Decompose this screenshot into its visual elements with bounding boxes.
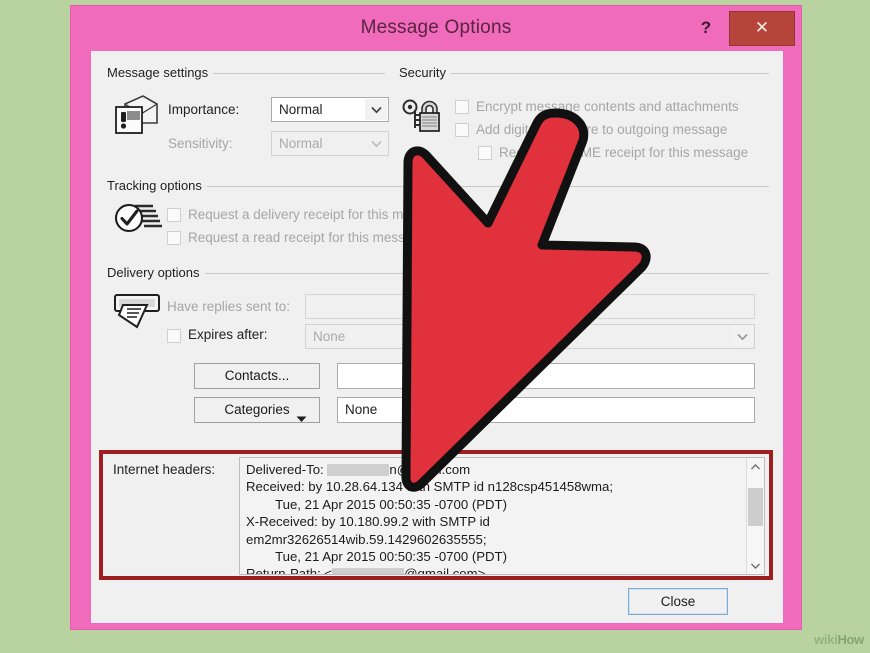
tracking-options-group: Tracking options Request a delivery rece… bbox=[105, 178, 769, 254]
header-line: X-Received: by 10.180.99.2 with SMTP id bbox=[246, 514, 490, 530]
message-options-window: Message Options ? ✕ Message settings Imp… bbox=[70, 5, 802, 630]
title-bar: Message Options ? ✕ bbox=[71, 6, 801, 51]
have-replies-sent-to-label: Have replies sent to: bbox=[167, 299, 291, 314]
digital-signature-checkbox[interactable] bbox=[455, 123, 469, 137]
mail-slot-hand-icon bbox=[113, 291, 167, 338]
header-line: Received: by 10.28.64.134 with SMTP id n… bbox=[246, 479, 614, 495]
dialog-client-area: Message settings Importance: Normal Sens… bbox=[91, 51, 783, 623]
header-line: Tue, 21 Apr 2015 00:50:35 -0700 (PDT) bbox=[246, 496, 507, 512]
tracking-options-legend: Tracking options bbox=[105, 178, 207, 193]
expires-after-combobox[interactable]: None bbox=[305, 324, 755, 349]
categories-button[interactable]: Categories bbox=[194, 397, 320, 423]
group-divider bbox=[105, 273, 769, 274]
read-receipt-label: Request a read receipt for this message bbox=[188, 230, 428, 245]
padlock-key-icon bbox=[401, 93, 445, 140]
importance-value: Normal bbox=[279, 102, 323, 117]
categories-field[interactable]: None bbox=[337, 397, 755, 423]
contacts-field[interactable] bbox=[337, 363, 755, 389]
expires-after-value: None bbox=[313, 329, 346, 344]
window-close-icon[interactable]: ✕ bbox=[729, 11, 795, 46]
chevron-down-icon[interactable] bbox=[731, 326, 753, 347]
expires-after-label: Expires after: bbox=[188, 327, 268, 342]
header-line: em2mr32626514wib.59.1429602635555; bbox=[246, 531, 487, 547]
importance-combobox[interactable]: Normal bbox=[271, 97, 389, 122]
scrollbar-thumb[interactable] bbox=[748, 488, 763, 526]
header-line: Delivered-To: n@gmail.com bbox=[246, 462, 471, 477]
header-line: Tue, 21 Apr 2015 00:50:35 -0700 (PDT) bbox=[246, 549, 507, 565]
read-receipt-checkbox[interactable] bbox=[167, 231, 181, 245]
smime-receipt-label: Request S/MIME receipt for this message bbox=[499, 145, 749, 160]
encrypt-message-checkbox[interactable] bbox=[455, 100, 469, 114]
group-divider bbox=[397, 73, 769, 74]
security-group: Security Encrypt message contents and at… bbox=[397, 65, 769, 161]
delivery-receipt-label: Request a delivery receipt for this mess… bbox=[188, 207, 447, 222]
security-legend: Security bbox=[397, 65, 451, 80]
redacted-text bbox=[332, 568, 405, 574]
sensitivity-combobox: Normal bbox=[271, 131, 389, 156]
expires-after-checkbox[interactable] bbox=[167, 329, 181, 343]
sensitivity-label: Sensitivity: bbox=[168, 136, 233, 151]
sensitivity-value: Normal bbox=[279, 136, 323, 151]
internet-headers-scrollbar[interactable] bbox=[746, 458, 764, 574]
delivery-receipt-checkbox[interactable] bbox=[167, 208, 181, 222]
watermark-part1: wiki bbox=[814, 632, 838, 647]
internet-headers-text: Delivered-To: n@gmail.com Received: by 10… bbox=[246, 461, 744, 574]
window-title: Message Options bbox=[360, 17, 512, 38]
message-settings-legend: Message settings bbox=[105, 65, 214, 80]
chevron-down-icon bbox=[365, 133, 387, 154]
importance-label: Importance: bbox=[168, 102, 240, 117]
chevron-down-icon[interactable] bbox=[365, 99, 387, 120]
watermark-part2: How bbox=[837, 632, 864, 647]
internet-headers-label: Internet headers: bbox=[113, 462, 216, 477]
delivery-options-legend: Delivery options bbox=[105, 265, 205, 280]
smime-receipt-checkbox[interactable] bbox=[478, 146, 492, 160]
help-button[interactable]: ? bbox=[695, 16, 717, 40]
checkmark-pages-icon bbox=[113, 202, 165, 243]
close-button[interactable]: Close bbox=[628, 588, 728, 615]
message-settings-group: Message settings Importance: Normal Sens… bbox=[105, 65, 389, 161]
chevron-down-icon bbox=[296, 407, 307, 431]
have-replies-sent-to-field bbox=[305, 294, 755, 319]
internet-headers-textarea[interactable]: Delivered-To: n@gmail.com Received: by 10… bbox=[239, 457, 765, 575]
encrypt-message-label: Encrypt message contents and attachments bbox=[476, 99, 739, 114]
redacted-text bbox=[327, 464, 390, 476]
categories-button-label: Categories bbox=[224, 402, 290, 417]
categories-value: None bbox=[345, 402, 378, 417]
wikihow-watermark: wikiHow bbox=[814, 632, 864, 647]
contacts-button[interactable]: Contacts... bbox=[194, 363, 320, 389]
header-line: Return-Path: < @gmail.com> bbox=[246, 565, 744, 574]
envelope-exclamation-icon bbox=[113, 93, 159, 142]
scroll-down-icon[interactable] bbox=[747, 557, 764, 574]
delivery-options-group: Delivery options Have replies sent to: E… bbox=[105, 265, 769, 423]
scroll-up-icon[interactable] bbox=[747, 458, 764, 475]
digital-signature-label: Add digital signature to outgoing messag… bbox=[476, 122, 728, 137]
